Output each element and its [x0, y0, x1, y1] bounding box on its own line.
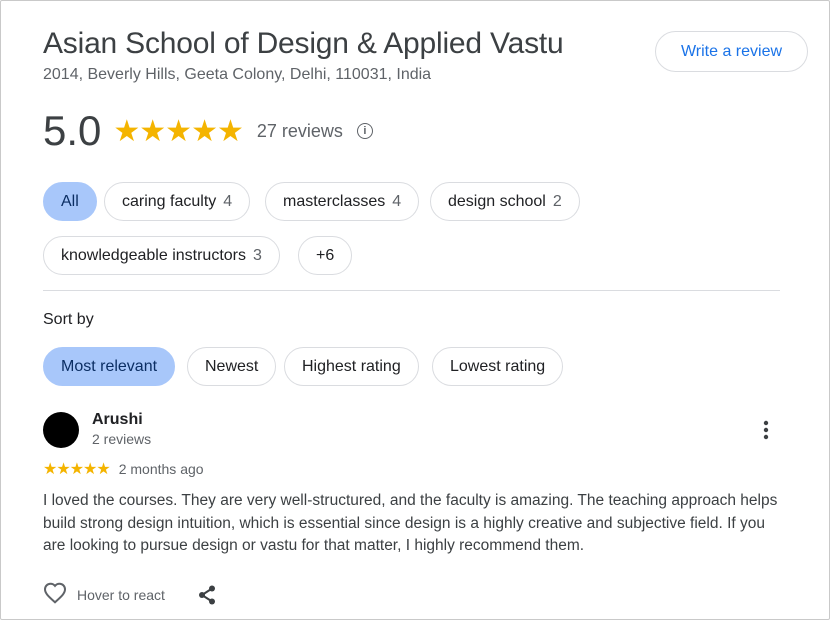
topic-chip-more[interactable]: +6	[298, 236, 353, 275]
share-icon[interactable]	[196, 584, 218, 606]
sort-option-label: Lowest rating	[450, 357, 546, 375]
sort-option-label: Most relevant	[61, 357, 158, 375]
place-address: 2014, Beverly Hills, Geeta Colony, Delhi…	[43, 66, 432, 83]
review-date: 2 months ago	[118, 461, 204, 477]
sort-option-label: Newest	[205, 357, 259, 375]
sort-lowest-rating[interactable]: Lowest rating	[432, 347, 564, 386]
divider	[43, 290, 780, 291]
sort-newest[interactable]: Newest	[187, 347, 277, 386]
reviewer-review-count: 2 reviews	[92, 431, 152, 447]
sort-label: Sort by	[43, 311, 94, 328]
topic-chip-count: 4	[223, 192, 233, 210]
avatar[interactable]	[43, 412, 79, 448]
place-title: Asian School of Design & Applied Vastu	[43, 27, 564, 60]
topic-chip-label: caring faculty	[122, 192, 217, 210]
review-text: I loved the courses. They are very well-…	[43, 492, 778, 554]
sort-highest-rating[interactable]: Highest rating	[284, 347, 419, 386]
rating-summary: 5.0 ★★★★★ 27 reviews i	[43, 106, 373, 156]
react-button[interactable]: Hover to react	[43, 582, 165, 609]
review-rating: ★★★★★ 2 months ago	[43, 459, 204, 479]
topic-chip-label: design school	[448, 192, 546, 210]
topic-chip-design-school[interactable]: design school 2	[430, 182, 580, 221]
topic-chip-count: 4	[392, 192, 402, 210]
topic-chip-label: All	[61, 192, 79, 210]
topic-chip-all[interactable]: All	[43, 182, 97, 221]
more-vert-icon[interactable]	[754, 418, 778, 442]
topic-chip-label: masterclasses	[283, 192, 386, 210]
reviewer-name[interactable]: Arushi	[92, 411, 143, 429]
write-review-button[interactable]: Write a review	[655, 31, 808, 72]
info-icon[interactable]: i	[356, 123, 373, 139]
review-count: 27 reviews	[256, 120, 343, 141]
rating-stars: ★★★★★	[113, 114, 243, 148]
topic-chip-label: +6	[316, 246, 335, 264]
review-stars: ★★★★★	[43, 461, 111, 478]
topic-chip-count: 3	[253, 246, 262, 264]
topic-chip-caring-faculty[interactable]: caring faculty 4	[104, 182, 251, 221]
topic-chip-label: knowledgeable instructors	[61, 246, 246, 264]
topic-chip-knowledgeable-instructors[interactable]: knowledgeable instructors 3	[43, 236, 280, 275]
react-label: Hover to react	[77, 587, 165, 603]
topic-chip-count: 2	[552, 192, 562, 210]
sort-most-relevant[interactable]: Most relevant	[43, 347, 176, 386]
sort-option-label: Highest rating	[302, 357, 401, 375]
rating-value: 5.0	[43, 107, 102, 154]
heart-icon	[43, 582, 67, 609]
topic-chip-masterclasses[interactable]: masterclasses 4	[265, 182, 420, 221]
